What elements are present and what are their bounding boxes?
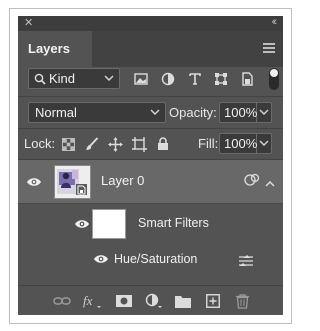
image-filter-icon[interactable] <box>130 68 152 90</box>
opacity-input[interactable]: 100% <box>219 102 257 123</box>
new-fill-adjustment-icon[interactable] <box>144 292 164 310</box>
layer-name[interactable]: Smart Filters <box>138 216 209 230</box>
layer-list: Layer 0 Smart Filters Hue/Saturation <box>18 160 283 285</box>
link-layers-icon[interactable] <box>52 292 72 310</box>
new-group-icon[interactable] <box>173 292 193 310</box>
layer-row[interactable]: Smart Filters <box>18 205 283 243</box>
fill-value: 100% <box>224 136 258 151</box>
chevron-down-icon <box>150 109 160 115</box>
svg-text:fx: fx <box>83 293 93 308</box>
chevron-down-icon <box>259 140 269 146</box>
eye-icon[interactable] <box>73 217 91 231</box>
lock-image-pixels-icon[interactable] <box>83 135 101 153</box>
shape-filter-icon[interactable] <box>210 68 232 90</box>
tab-layers[interactable]: Layers <box>18 31 92 67</box>
smart-filters-indicator-icon <box>244 173 260 192</box>
close-icon[interactable]: ✕ <box>24 17 33 30</box>
panel-menu-icon[interactable] <box>263 43 275 53</box>
smart-filter-mask-thumbnail[interactable] <box>92 209 126 239</box>
opacity-dropdown[interactable] <box>257 102 272 123</box>
fill-label: Fill: <box>198 136 219 151</box>
add-mask-icon[interactable] <box>114 292 134 310</box>
opacity-value: 100% <box>224 105 258 120</box>
divider <box>18 128 283 129</box>
filter-toggle[interactable] <box>269 68 279 90</box>
opacity-label: Opacity: <box>169 105 217 120</box>
blending-options-icon[interactable] <box>238 254 254 272</box>
tab-bar: Layers <box>18 31 283 67</box>
search-icon <box>34 73 46 85</box>
delete-layer-icon[interactable] <box>232 292 252 310</box>
layers-panel: ✕ ‹‹ Layers Kind Normal Opacity: 100% Lo… <box>18 16 283 315</box>
lock-artboard-icon[interactable] <box>130 135 148 153</box>
blend-mode-select[interactable]: Normal <box>28 102 166 123</box>
filter-toggle-knob <box>270 69 278 77</box>
collapse-icon[interactable]: ‹‹ <box>272 16 278 29</box>
lock-position-icon[interactable] <box>106 135 124 153</box>
filter-kind-label: Kind <box>49 71 76 86</box>
lock-all-icon[interactable] <box>154 135 172 153</box>
lock-transparent-pixels-icon[interactable] <box>59 135 77 153</box>
fill-input[interactable]: 100% <box>219 133 257 154</box>
eye-icon[interactable] <box>92 252 110 266</box>
smart-object-filter-icon[interactable] <box>236 68 258 90</box>
fx-icon[interactable]: fx <box>82 292 102 310</box>
chevron-down-icon <box>259 109 269 115</box>
layer-thumbnail[interactable] <box>54 165 91 199</box>
eye-icon[interactable] <box>25 175 43 189</box>
type-filter-icon[interactable] <box>184 68 206 90</box>
fill-dropdown[interactable] <box>257 133 272 154</box>
layer-name[interactable]: Hue/Saturation <box>114 252 197 266</box>
bottom-toolbar: fx <box>18 285 283 315</box>
collapse-effects-chevron-icon[interactable] <box>265 175 275 193</box>
adjustment-filter-icon[interactable] <box>157 68 179 90</box>
layer-name[interactable]: Layer 0 <box>101 173 144 188</box>
blend-mode-value: Normal <box>35 105 77 120</box>
layer-row[interactable]: Layer 0 <box>18 160 283 204</box>
panel-titlebar: ✕ ‹‹ <box>18 16 283 31</box>
layer-row[interactable]: Hue/Saturation <box>18 244 283 274</box>
divider <box>18 96 283 97</box>
new-layer-icon[interactable] <box>203 292 223 310</box>
chevron-down-icon <box>104 75 114 81</box>
filter-kind-select[interactable]: Kind <box>28 68 120 89</box>
lock-label: Lock: <box>24 136 56 151</box>
